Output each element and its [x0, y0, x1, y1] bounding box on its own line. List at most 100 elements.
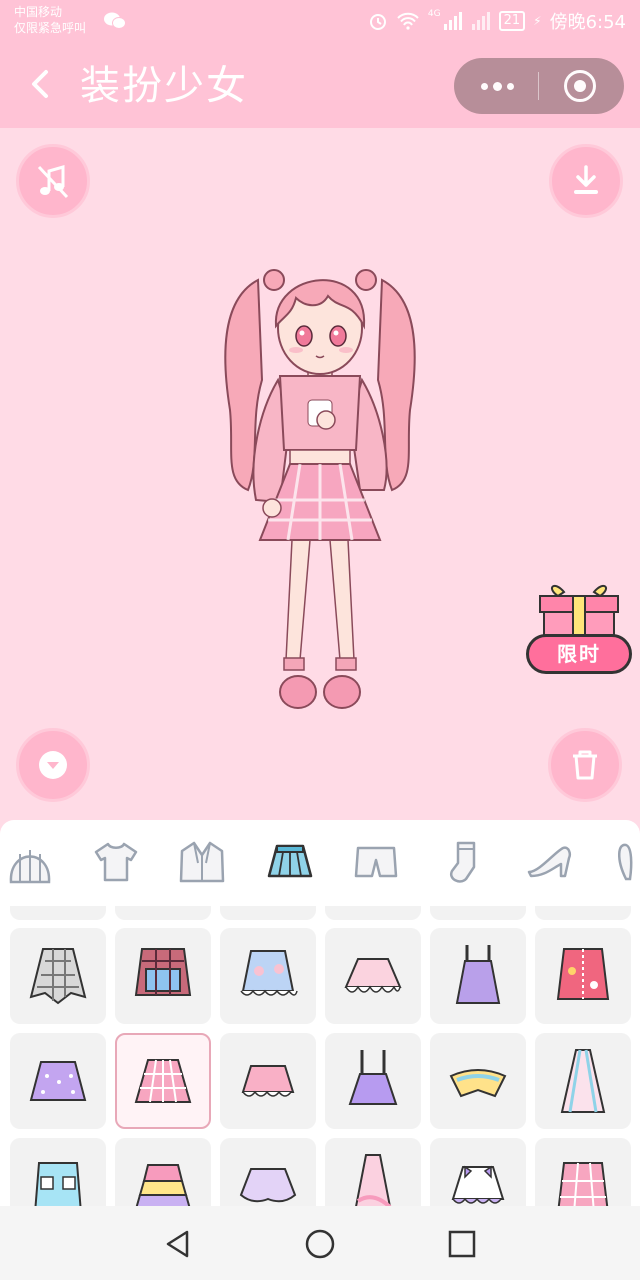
tab-shorts[interactable]	[348, 834, 404, 890]
system-nav-bar	[0, 1206, 640, 1280]
network-type: 4G	[427, 9, 441, 19]
signal-icon	[443, 12, 462, 30]
status-bar: 中国移动 仅限紧急呼叫 4G 21 ⚡ 傍晚6:54	[0, 0, 640, 44]
music-off-icon	[37, 165, 69, 199]
item-blue-pocket-skirt[interactable]	[10, 1138, 106, 1210]
dot-icon	[506, 82, 514, 90]
carrier-name: 中国移动	[14, 5, 63, 19]
pink-check-skirt-icon	[557, 1162, 609, 1210]
miniprogram-capsule	[454, 58, 624, 114]
item-flannel-tied-skirt[interactable]	[115, 928, 211, 1024]
back-arrow-icon[interactable]	[24, 64, 56, 104]
item-pink-plaid-pleated-skirt[interactable]	[115, 1033, 211, 1129]
tab-skirt[interactable]	[262, 834, 318, 890]
item-tile[interactable]	[325, 906, 421, 920]
item-tile[interactable]	[220, 906, 316, 920]
suspender-skirt-icon	[348, 1050, 398, 1105]
emergency-text: 仅限紧急呼叫	[14, 21, 87, 35]
tab-jacket[interactable]	[174, 834, 230, 890]
item-rainbow-tier-skirt[interactable]	[115, 1138, 211, 1210]
delete-button[interactable]	[548, 728, 622, 802]
nav-home-button[interactable]	[300, 1224, 340, 1264]
tutu-skirt-icon	[344, 958, 402, 993]
item-purple-overall-dress[interactable]	[430, 928, 526, 1024]
download-button[interactable]	[549, 144, 623, 218]
close-miniprogram-button[interactable]	[564, 70, 596, 102]
triangle-back-icon	[166, 1230, 189, 1258]
more-menu-button[interactable]	[472, 66, 522, 106]
item-pink-tutu-skirt[interactable]	[325, 928, 421, 1024]
tab-hat[interactable]	[2, 834, 58, 890]
item-pink-check-skirt[interactable]	[535, 1138, 631, 1210]
download-icon	[574, 165, 598, 194]
category-tabs	[0, 820, 640, 906]
dot-skirt-icon	[29, 1061, 87, 1101]
item-blue-frill-skirt[interactable]	[220, 928, 316, 1024]
music-toggle-button[interactable]	[16, 144, 90, 218]
item-striped-long-skirt[interactable]	[535, 1033, 631, 1129]
wardrobe-panel	[0, 820, 640, 1210]
square-recents-icon	[448, 1230, 476, 1258]
tab-accessory[interactable]	[604, 834, 640, 890]
battery-level: 21	[498, 11, 526, 31]
sock-icon	[449, 841, 476, 883]
item-pink-long-skirt[interactable]	[325, 1138, 421, 1210]
shorts-icon	[354, 846, 398, 878]
high-heel-icon	[527, 846, 571, 878]
item-tile[interactable]	[535, 906, 631, 920]
circle-home-icon	[305, 1229, 335, 1259]
clock: 傍晚6:54	[549, 12, 626, 33]
hat-icon	[9, 850, 51, 884]
collapse-panel-button[interactable]	[16, 728, 90, 802]
item-grid	[0, 906, 640, 1210]
bow-skirt-icon	[451, 1165, 505, 1204]
long-skirt-icon	[560, 1049, 606, 1113]
tier-skirt-icon	[134, 1164, 192, 1210]
pink-plaid-skirt-icon	[134, 1059, 192, 1103]
limited-time-label: 限时	[526, 634, 632, 674]
item-bow-frill-skirt[interactable]	[430, 1138, 526, 1210]
tab-shoes[interactable]	[522, 834, 578, 890]
wechat-icon	[104, 12, 126, 29]
item-purple-suspender-skirt[interactable]	[325, 1033, 421, 1129]
page-title: 装扮少女	[80, 63, 248, 109]
item-lilac-tutu-skirt[interactable]	[220, 1138, 316, 1210]
bunny-ears-icon	[618, 843, 633, 881]
nav-recents-button[interactable]	[442, 1224, 482, 1264]
lilac-tutu-icon	[239, 1168, 297, 1203]
trash-icon	[573, 750, 597, 780]
tshirt-icon	[94, 842, 138, 882]
wifi-icon	[397, 12, 419, 30]
dot-icon	[492, 81, 502, 91]
petal-skirt-icon	[449, 1069, 507, 1098]
tab-top[interactable]	[88, 834, 144, 890]
item-lavender-dot-skirt[interactable]	[10, 1033, 106, 1129]
frill-skirt-icon	[241, 1065, 295, 1097]
gift-box-icon	[539, 584, 619, 637]
plaid-skirt-icon	[29, 948, 87, 1005]
item-tile[interactable]	[10, 906, 106, 920]
carrier-info: 中国移动 仅限紧急呼叫	[14, 4, 86, 36]
item-yellow-petal-skirt[interactable]	[430, 1033, 526, 1129]
limited-time-gift[interactable]: 限时	[524, 578, 634, 682]
chevron-down-icon	[39, 751, 67, 779]
item-tile[interactable]	[430, 906, 526, 920]
tab-socks[interactable]	[436, 834, 492, 890]
signal-2-icon	[471, 12, 490, 30]
red-skirt-icon	[556, 948, 610, 1000]
capsule-divider	[538, 72, 539, 100]
item-pink-frill-skirt[interactable]	[220, 1033, 316, 1129]
skirt-icon	[267, 844, 313, 878]
blue-skirt-icon	[240, 950, 298, 996]
item-tile[interactable]	[115, 906, 211, 920]
item-red-denim-skirt[interactable]	[535, 928, 631, 1024]
charging-icon: ⚡	[533, 14, 542, 28]
flannel-skirt-icon	[134, 948, 192, 996]
status-icons: 4G 21 ⚡ 傍晚6:54	[368, 9, 626, 33]
item-plaid-tied-skirt[interactable]	[10, 928, 106, 1024]
alarm-icon	[369, 14, 386, 30]
nav-back-button[interactable]	[158, 1224, 198, 1264]
pocket-skirt-icon	[34, 1162, 82, 1210]
title-bar: 装扮少女	[0, 44, 640, 128]
dot-icon	[480, 82, 488, 90]
